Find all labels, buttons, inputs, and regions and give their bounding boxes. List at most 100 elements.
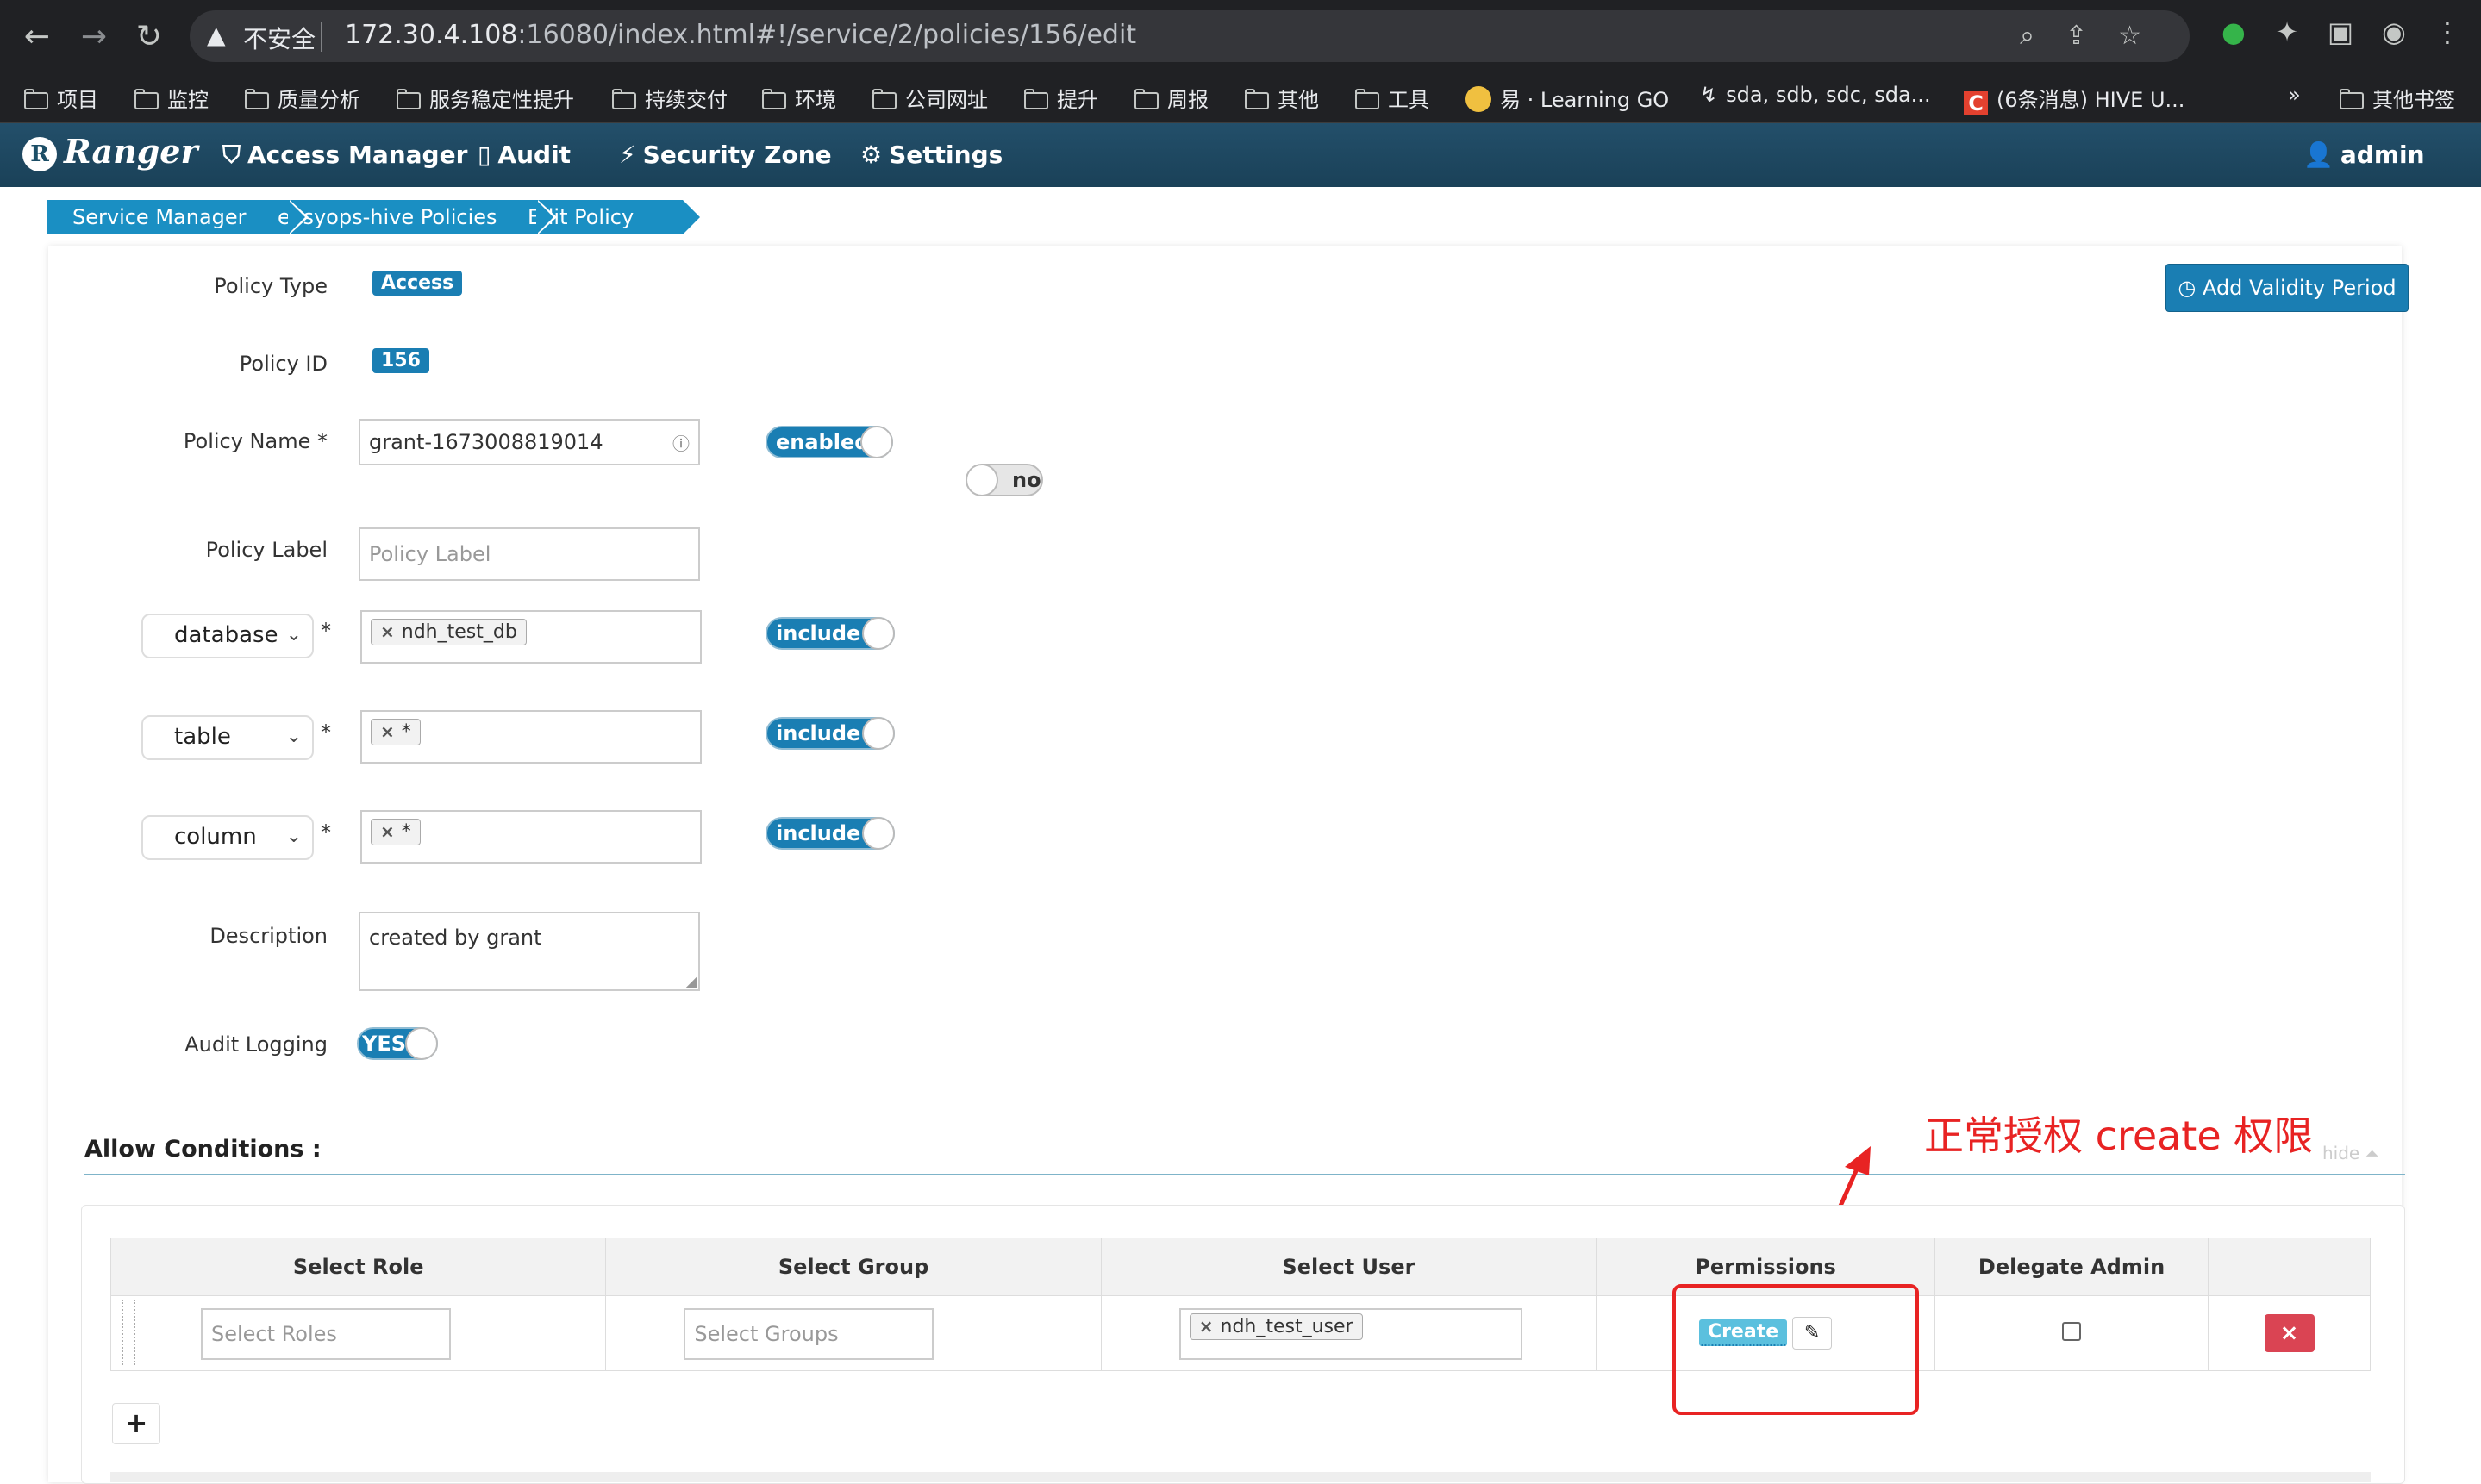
required-marker: * bbox=[321, 820, 331, 845]
bookmark-item[interactable]: 提升 bbox=[1024, 83, 1098, 113]
section-divider bbox=[84, 1174, 2405, 1175]
ranger-logo-icon: R bbox=[22, 137, 57, 171]
user-menu[interactable]: 👤 admin bbox=[2303, 140, 2425, 169]
resource-type-select-table[interactable]: table ⌄ bbox=[141, 715, 314, 760]
chevron-down-icon: ⌄ bbox=[285, 726, 302, 747]
remove-chip-icon[interactable]: × bbox=[1199, 1316, 1214, 1337]
share-icon[interactable]: ⇪ bbox=[2065, 21, 2118, 51]
select-users-input[interactable]: × ndh_test_user bbox=[1178, 1308, 1522, 1360]
bookmark-item[interactable]: 公司网址 bbox=[872, 83, 988, 113]
nav-audit[interactable]: ▯ Audit bbox=[478, 140, 571, 169]
resize-handle-icon[interactable]: ◢ bbox=[686, 973, 697, 989]
nav-access-manager[interactable]: ⛉ Access Manager bbox=[222, 140, 467, 170]
database-values-input[interactable]: × ndh_test_db bbox=[360, 610, 702, 664]
bookmark-item[interactable]: C (6条消息) HIVE U... bbox=[1964, 83, 2184, 115]
bookmark-item[interactable]: 持续交付 bbox=[612, 83, 728, 113]
user-cell: × ndh_test_user bbox=[1100, 1295, 1597, 1371]
audit-logging-label: Audit Logging bbox=[184, 1032, 328, 1057]
folder-icon bbox=[2340, 89, 2364, 109]
bookmarks-overflow[interactable]: » bbox=[2288, 83, 2301, 107]
hide-link[interactable]: hide ⏶ bbox=[2322, 1143, 2379, 1163]
bookmark-item[interactable]: 项目 bbox=[24, 83, 98, 113]
shield-icon: ⛉ bbox=[222, 140, 241, 169]
evernote-icon[interactable]: ● bbox=[2207, 16, 2260, 48]
bookmark-item[interactable]: 其他书签 bbox=[2340, 83, 2455, 113]
value-chip: × * bbox=[371, 819, 421, 845]
group-cell: Select Groups bbox=[605, 1295, 1102, 1371]
select-groups-input[interactable]: Select Groups bbox=[684, 1308, 934, 1360]
resource-type-select-column[interactable]: column ⌄ bbox=[141, 815, 314, 860]
address-bar[interactable]: ▲ 不安全 172.30.4.108:16080/index.html#!/se… bbox=[190, 10, 2190, 62]
breadcrumb-edit-policy: Edit Policy bbox=[502, 200, 700, 234]
remove-chip-icon[interactable]: × bbox=[380, 621, 395, 642]
bookmark-item[interactable]: 服务稳定性提升 bbox=[397, 83, 574, 113]
table-row: Select Roles Select Groups × ndh_test_use… bbox=[109, 1295, 2371, 1371]
bookmark-item[interactable]: 监控 bbox=[134, 83, 209, 113]
table-include-toggle[interactable]: include bbox=[766, 717, 895, 750]
extension-icons: ● ✦ ▣ ◉ ⋮ bbox=[2207, 16, 2474, 48]
add-validity-period-button[interactable]: ◷ Add Validity Period bbox=[2165, 264, 2409, 312]
bookmark-item[interactable]: 周报 bbox=[1134, 83, 1209, 113]
nav-security-zone[interactable]: ⚡ Security Zone bbox=[619, 140, 832, 169]
description-textarea[interactable]: created by grant ◢ bbox=[359, 912, 700, 991]
url-host: 172.30.4.108 bbox=[345, 20, 518, 50]
url-path: :16080/index.html#!/service/2/policies/1… bbox=[517, 20, 1137, 50]
required-marker: * bbox=[321, 619, 331, 643]
remove-chip-icon[interactable]: × bbox=[380, 721, 395, 742]
drag-handle-icon[interactable] bbox=[122, 1300, 135, 1365]
enabled-toggle[interactable]: enabled bbox=[766, 426, 893, 458]
audit-logging-toggle[interactable]: YES bbox=[357, 1027, 438, 1060]
folder-icon bbox=[1245, 89, 1269, 109]
delete-row-button[interactable]: × bbox=[2264, 1314, 2315, 1352]
delegate-admin-checkbox[interactable] bbox=[2062, 1322, 2082, 1341]
col-header-group: Select Group bbox=[605, 1238, 1102, 1296]
forward-arrow-icon[interactable]: → bbox=[72, 16, 116, 59]
back-arrow-icon[interactable]: ← bbox=[16, 16, 59, 59]
nav-settings[interactable]: ⚙ Settings bbox=[860, 140, 1003, 169]
menu-dots-icon[interactable]: ⋮ bbox=[2421, 16, 2474, 48]
role-cell: Select Roles bbox=[109, 1295, 607, 1371]
folder-icon bbox=[612, 89, 636, 109]
bookmark-item[interactable]: 易 · Learning GO bbox=[1465, 83, 1669, 113]
address-separator bbox=[321, 22, 322, 52]
value-chip: × ndh_test_db bbox=[371, 619, 527, 645]
col-header-actions bbox=[2208, 1238, 2371, 1296]
url-text[interactable]: 172.30.4.108:16080/index.html#!/service/… bbox=[345, 20, 1136, 50]
reload-icon[interactable]: ↻ bbox=[128, 16, 171, 59]
user-icon: 👤 bbox=[2303, 140, 2334, 169]
bookmark-item[interactable]: ↯ sda, sdb, sdc, sda... bbox=[1700, 83, 1931, 107]
zoom-icon[interactable]: ⌕ bbox=[2020, 21, 2065, 51]
table-values-input[interactable]: × * bbox=[360, 710, 702, 764]
folder-icon bbox=[1134, 89, 1159, 109]
policy-name-input[interactable]: grant-1673008819014 ⓘ bbox=[359, 419, 700, 465]
ranger-logo[interactable]: R Ranger bbox=[22, 132, 197, 171]
profile-icon[interactable]: ◉ bbox=[2367, 16, 2421, 48]
resource-type-select-database[interactable]: database ⌄ bbox=[141, 614, 314, 658]
description-label: Description bbox=[209, 924, 328, 948]
column-values-input[interactable]: × * bbox=[360, 810, 702, 864]
policy-label-input[interactable]: Policy Label bbox=[359, 527, 700, 581]
delegate-admin-cell bbox=[1934, 1295, 2209, 1371]
zone-icon: ⚡ bbox=[619, 140, 636, 169]
normal-override-toggle[interactable]: nor bbox=[966, 464, 1043, 496]
bookmark-item[interactable]: 其他 bbox=[1245, 83, 1319, 113]
remove-chip-icon[interactable]: × bbox=[380, 821, 395, 842]
bookmark-item[interactable]: 工具 bbox=[1355, 83, 1429, 113]
bookmark-item[interactable]: 环境 bbox=[762, 83, 836, 113]
sidepanel-icon[interactable]: ▣ bbox=[2314, 16, 2367, 48]
column-include-toggle[interactable]: include bbox=[766, 817, 895, 850]
select-roles-input[interactable]: Select Roles bbox=[201, 1308, 451, 1360]
gear-icon: ⚙ bbox=[860, 140, 883, 169]
folder-icon bbox=[1024, 89, 1048, 109]
puzzle-icon[interactable]: ✦ bbox=[2260, 16, 2314, 48]
add-condition-button[interactable]: + bbox=[112, 1403, 160, 1444]
clock-icon: ◷ bbox=[2178, 276, 2203, 300]
policy-id-badge: 156 bbox=[372, 348, 429, 373]
browser-toolbar: ← → ↻ ▲ 不安全 172.30.4.108:16080/index.htm… bbox=[0, 0, 2481, 72]
allow-conditions-title: Allow Conditions : bbox=[84, 1136, 322, 1163]
policy-type-label: Policy Type bbox=[214, 274, 328, 298]
value-chip: × * bbox=[371, 719, 421, 745]
bookmark-item[interactable]: 质量分析 bbox=[245, 83, 360, 113]
database-include-toggle[interactable]: include bbox=[766, 617, 895, 650]
bookmark-star-icon[interactable]: ☆ bbox=[2118, 21, 2172, 51]
